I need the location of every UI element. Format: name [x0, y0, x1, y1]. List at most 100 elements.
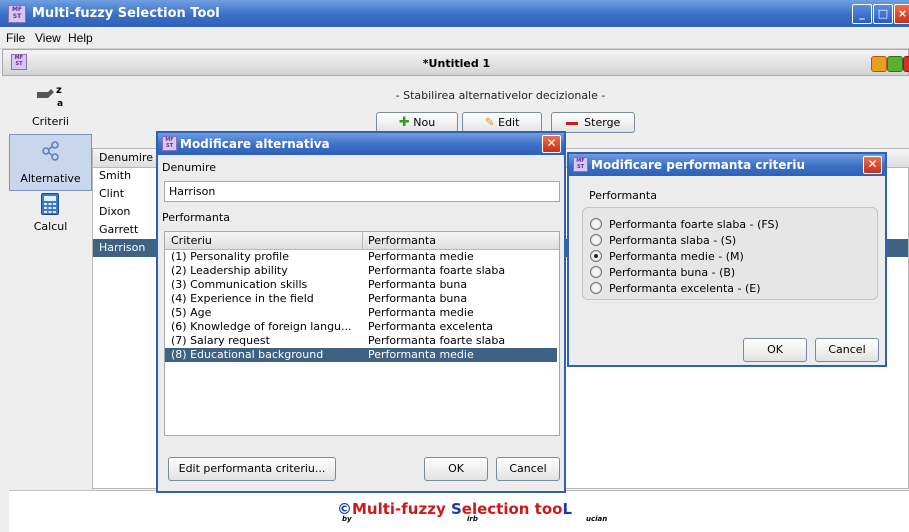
- criteria-name: (8) Educational background: [171, 348, 324, 361]
- nav-label-criterii: Criterii: [32, 115, 69, 128]
- perf-dialog-title-bar: MF ST Modificare performanta criteriu ✕: [569, 154, 885, 176]
- radio-button[interactable]: [590, 266, 602, 278]
- delete-button-label: Sterge: [584, 116, 621, 129]
- ok-button[interactable]: OK: [424, 457, 488, 481]
- criteria-table: Criteriu Performanta (1) Personality pro…: [164, 231, 560, 436]
- radio-option[interactable]: Performanta slaba - (S): [583, 233, 877, 248]
- criteria-row[interactable]: (1) Personality profile Performanta medie: [165, 250, 557, 264]
- minus-icon: [565, 121, 578, 125]
- criteria-row[interactable]: (2) Leadership ability Performanta foarte…: [165, 264, 557, 278]
- svg-text:z: z: [56, 85, 62, 96]
- app-title-bar: MF ST Multi-fuzzy Selection Tool _ □ ×: [0, 0, 909, 27]
- criteria-row[interactable]: (7) Salary request Performanta foarte sla…: [165, 334, 557, 348]
- cancel-button[interactable]: Cancel: [496, 457, 560, 481]
- criteria-row[interactable]: (3) Communication skills Performanta buna: [165, 278, 557, 292]
- performance-label: Performanta: [162, 211, 230, 224]
- new-button-label: Nou: [413, 116, 436, 129]
- plus-icon: ✚: [398, 115, 410, 130]
- dialog-title-bar: MF ST Modificare alternativa ✕: [158, 133, 564, 155]
- delete-button[interactable]: Sterge: [551, 112, 635, 133]
- dialog-app-icon: MF ST: [162, 136, 177, 151]
- perf-cancel-button[interactable]: Cancel: [815, 338, 879, 362]
- app-logo-icon: MF ST: [8, 5, 26, 23]
- radio-button[interactable]: [590, 282, 602, 294]
- name-input[interactable]: Harrison: [164, 181, 560, 202]
- dialog-close-icon[interactable]: ✕: [542, 135, 561, 153]
- criteria-name: (7) Salary request: [171, 334, 270, 347]
- document-title: *Untitled 1: [422, 57, 491, 70]
- maximize-icon[interactable]: □: [873, 4, 893, 24]
- radio-label: Performanta medie - (M): [609, 250, 744, 263]
- nav-item-alternative[interactable]: Alternative: [9, 134, 92, 191]
- radio-button-checked[interactable]: [590, 250, 602, 262]
- menu-help[interactable]: Help: [68, 31, 93, 45]
- performance-radio-group: Performanta foarte slaba - (FS) Performa…: [582, 207, 878, 300]
- criteria-performance: Performanta medie: [368, 348, 474, 361]
- radio-button[interactable]: [590, 234, 602, 246]
- criteria-name: (6) Knowledge of foreign langu...: [171, 320, 352, 333]
- nav-label-alternative: Alternative: [20, 172, 81, 185]
- menu-file[interactable]: File: [6, 31, 25, 45]
- page-heading: - Stabilirea alternativelor decizionale …: [395, 89, 606, 102]
- footer-brand: ©Multi-fuzzy Selection tooL: [337, 500, 572, 518]
- calculator-icon: [41, 193, 59, 215]
- menu-view[interactable]: View: [35, 31, 61, 45]
- perf-dialog-title: Modificare performanta criteriu: [591, 158, 806, 172]
- radio-label: Performanta slaba - (S): [609, 234, 737, 247]
- nav-item-criterii[interactable]: z a Criterii: [9, 77, 92, 134]
- footer: ©Multi-fuzzy Selection tooL by irb ucian: [9, 490, 909, 532]
- edit-button[interactable]: ✎ Edit: [462, 112, 542, 133]
- criteria-name: (4) Experience in the field: [171, 292, 314, 305]
- perf-ok-button[interactable]: OK: [743, 338, 807, 362]
- brand-part-2: S: [450, 500, 462, 518]
- menu-bar: File View Help: [0, 27, 909, 49]
- criteria-row[interactable]: (4) Experience in the field Performanta b…: [165, 292, 557, 306]
- column-criteriu[interactable]: Criteriu: [171, 234, 212, 247]
- criteria-name: (5) Age: [171, 306, 212, 319]
- criteria-row-selected[interactable]: (8) Educational background Performanta me…: [165, 348, 557, 362]
- frame-maximize-icon[interactable]: [887, 56, 903, 72]
- criteria-performance: Performanta foarte slaba: [368, 334, 506, 347]
- column-denumire[interactable]: Denumire: [99, 151, 153, 164]
- name-label: Denumire: [162, 161, 217, 174]
- brand-part-4: L: [562, 500, 573, 518]
- criteria-performance: Performanta buna: [368, 278, 468, 291]
- brand-part-1: Multi-fuzzy: [352, 500, 451, 518]
- left-nav: z a Criterii Alternative Calcul: [9, 77, 93, 527]
- criteria-performance: Performanta buna: [368, 292, 468, 305]
- frame-minimize-icon[interactable]: [871, 56, 887, 72]
- new-button[interactable]: ✚ Nou: [376, 112, 458, 133]
- radio-label: Performanta buna - (B): [609, 266, 736, 279]
- app-title: Multi-fuzzy Selection Tool: [32, 6, 220, 21]
- nav-label-calcul: Calcul: [33, 220, 68, 233]
- radio-option-selected[interactable]: Performanta medie - (M): [583, 249, 877, 264]
- svg-text:a: a: [57, 99, 63, 109]
- edit-button-label: Edit: [498, 116, 520, 129]
- perf-dialog-app-icon: MF ST: [573, 157, 588, 172]
- edit-performance-button[interactable]: Edit performanta criteriu...: [168, 457, 336, 481]
- criteria-name: (2) Leadership ability: [171, 264, 288, 277]
- edit-alternative-dialog: MF ST Modificare alternativa ✕ Denumire …: [156, 131, 566, 493]
- criteria-performance: Performanta excelenta: [368, 320, 493, 333]
- column-divider: [362, 232, 363, 249]
- column-performanta[interactable]: Performanta: [368, 234, 436, 247]
- criteria-row[interactable]: (5) Age Performanta medie: [165, 306, 557, 320]
- dialog-title: Modificare alternativa: [180, 137, 330, 151]
- nav-item-calcul[interactable]: Calcul: [9, 191, 92, 248]
- footer-sub-ucian: ucian: [586, 515, 608, 523]
- document-frame-header: MF ST *Untitled 1: [2, 49, 909, 76]
- radio-option[interactable]: Performanta buna - (B): [583, 265, 877, 280]
- radio-label: Performanta foarte slaba - (FS): [609, 218, 779, 231]
- radio-button[interactable]: [590, 218, 602, 230]
- radio-option[interactable]: Performanta excelenta - (E): [583, 281, 877, 296]
- share-nodes-icon: [42, 141, 59, 161]
- criteria-name: (1) Personality profile: [171, 250, 289, 263]
- frame-close-icon[interactable]: [903, 56, 909, 72]
- footer-sub-by: by: [342, 515, 352, 523]
- minimize-icon[interactable]: _: [852, 4, 872, 24]
- close-icon[interactable]: ×: [894, 4, 909, 24]
- criteria-icon: z a: [37, 85, 63, 109]
- radio-option[interactable]: Performanta foarte slaba - (FS): [583, 217, 877, 232]
- perf-dialog-close-icon[interactable]: ✕: [863, 156, 882, 174]
- criteria-row[interactable]: (6) Knowledge of foreign langu... Perform…: [165, 320, 557, 334]
